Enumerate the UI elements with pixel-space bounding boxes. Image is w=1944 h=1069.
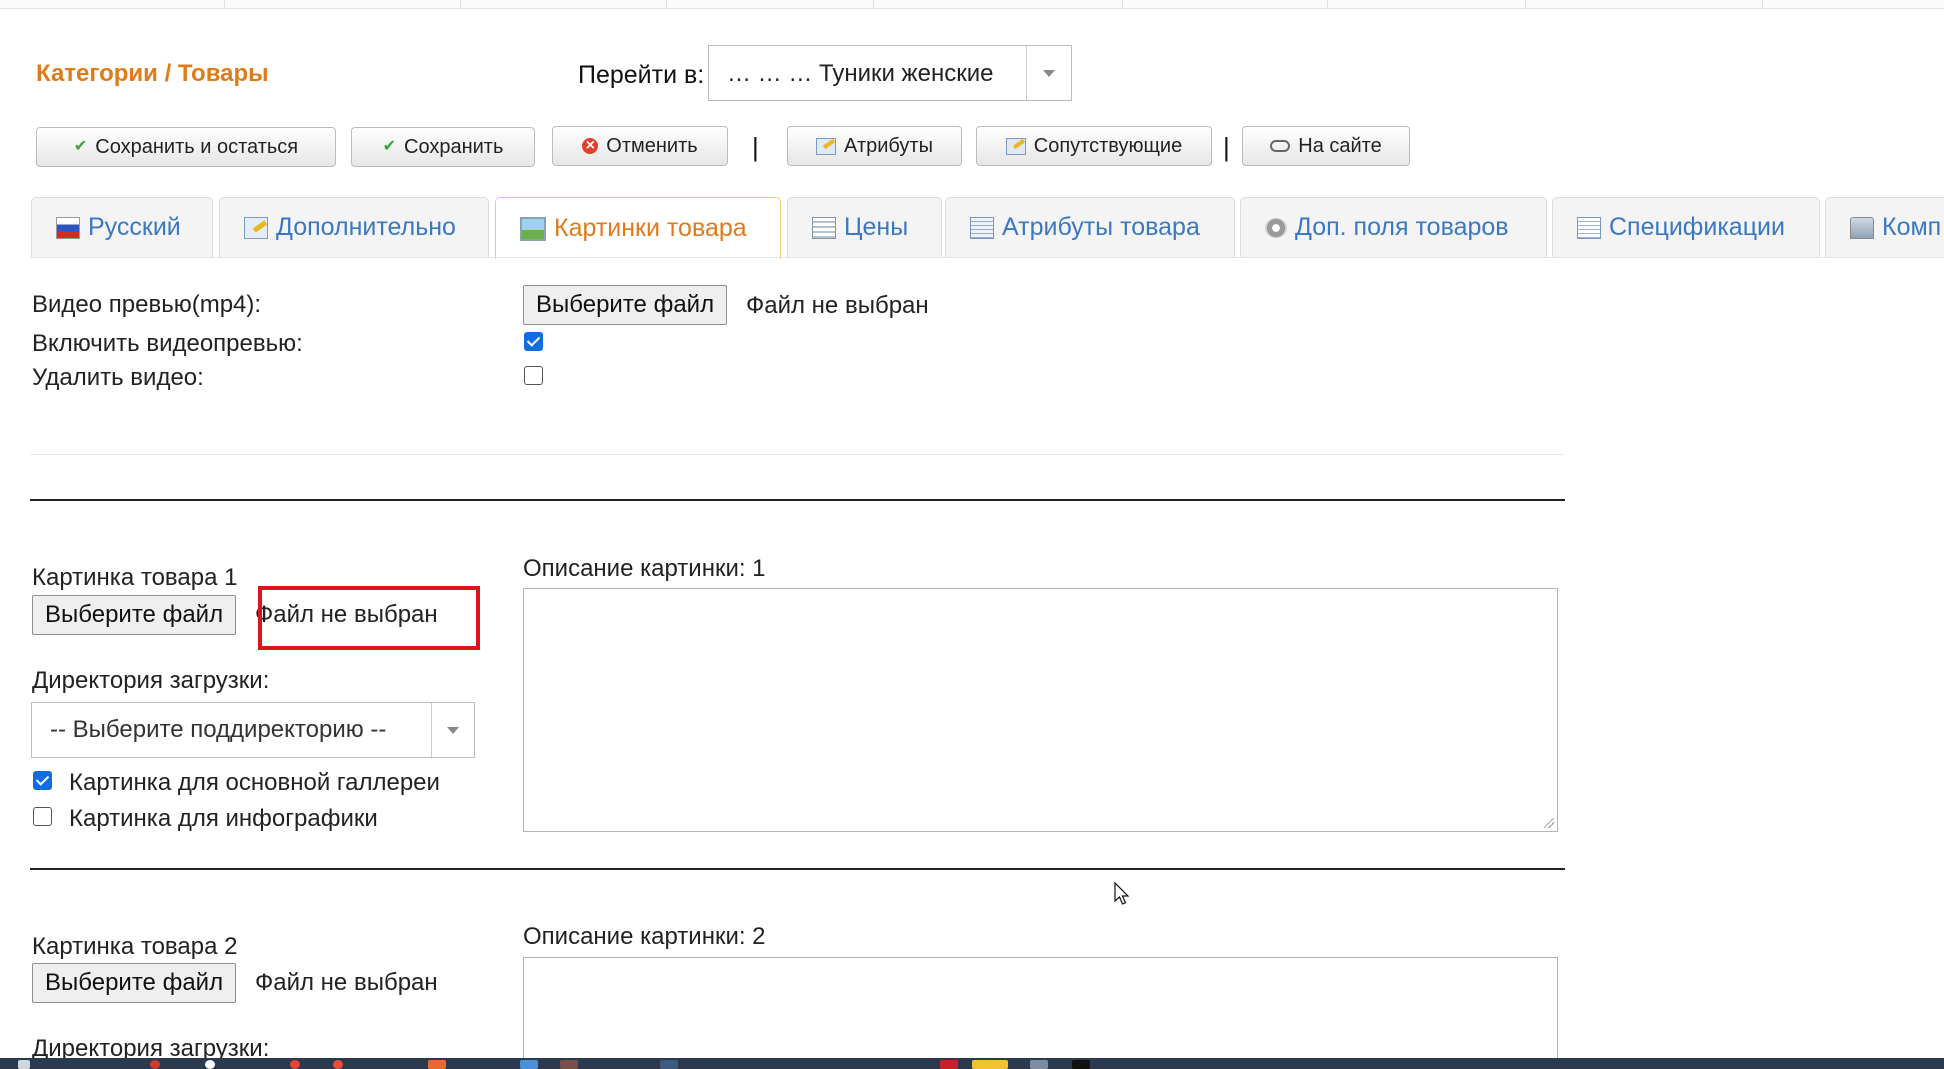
tab-components[interactable]: Комп bbox=[1825, 197, 1944, 257]
gear-icon bbox=[1265, 217, 1287, 238]
attributes-label: Атрибуты bbox=[844, 134, 933, 157]
tab-label: Дополнительно bbox=[276, 213, 456, 241]
image-1-infographic-label: Картинка для инфографики bbox=[69, 805, 378, 832]
delete-video-label: Удалить видео: bbox=[32, 364, 204, 391]
goto-label: Перейти в: bbox=[578, 61, 705, 89]
image-1-description-textarea[interactable] bbox=[523, 588, 1558, 832]
save-and-stay-button[interactable]: ✔ Сохранить и остаться bbox=[36, 127, 336, 167]
section-divider bbox=[30, 499, 1565, 501]
tab-product-attributes[interactable]: Атрибуты товара bbox=[945, 197, 1235, 257]
video-file-status: Файл не выбран bbox=[746, 292, 929, 319]
edit-icon bbox=[1005, 137, 1026, 155]
spec-list-icon bbox=[1577, 216, 1601, 239]
chevron-down-icon bbox=[447, 727, 459, 734]
save-button[interactable]: ✔ Сохранить bbox=[351, 127, 535, 167]
enable-video-preview-checkbox[interactable] bbox=[524, 332, 543, 351]
video-preview-label: Видео превью(mp4): bbox=[32, 291, 262, 318]
tab-product-images[interactable]: Картинки товара bbox=[495, 197, 781, 259]
goto-select-arrow[interactable] bbox=[1026, 46, 1071, 100]
image-2-description-label: Описание картинки: 2 bbox=[523, 923, 766, 950]
image-icon bbox=[520, 216, 546, 241]
tab-label: Картинки товара bbox=[554, 214, 747, 242]
related-button[interactable]: Сопутствующие bbox=[976, 126, 1212, 166]
image-2-title: Картинка товара 2 bbox=[32, 933, 238, 960]
cancel-icon: × bbox=[582, 138, 599, 154]
tab-extra-fields[interactable]: Доп. поля товаров bbox=[1240, 197, 1547, 257]
image-1-gallery-checkbox[interactable] bbox=[33, 771, 52, 790]
link-icon bbox=[1270, 140, 1291, 152]
cancel-button[interactable]: × Отменить bbox=[552, 126, 728, 166]
video-choose-file-button[interactable]: Выберите файл bbox=[523, 285, 728, 325]
check-icon: ✔ bbox=[73, 138, 88, 155]
on-site-button[interactable]: На сайте bbox=[1242, 126, 1410, 166]
tab-label: Цены bbox=[844, 213, 909, 241]
dir-select-value: -- Выберите поддиректорию -- bbox=[50, 716, 387, 743]
image-2-choose-file-button[interactable]: Выберите файл bbox=[32, 963, 237, 1003]
edit-icon bbox=[816, 137, 837, 155]
goto-select[interactable]: … … … Туники женские bbox=[708, 45, 1072, 101]
related-label: Сопутствующие bbox=[1033, 134, 1183, 157]
image-1-infographic-checkbox[interactable] bbox=[33, 807, 52, 826]
tab-specifications[interactable]: Спецификации bbox=[1552, 197, 1820, 257]
toolbar-separator: | bbox=[752, 132, 759, 162]
tab-additional[interactable]: Дополнительно bbox=[219, 197, 489, 257]
goto-select-value: … … … Туники женские bbox=[727, 60, 994, 87]
save-and-stay-label: Сохранить и остаться bbox=[95, 135, 299, 158]
highlight-box bbox=[258, 586, 480, 650]
dir-select-arrow[interactable] bbox=[431, 703, 474, 757]
chevron-down-icon bbox=[1043, 70, 1055, 77]
top-strip bbox=[0, 0, 1944, 9]
taskbar bbox=[0, 1058, 1944, 1069]
mouse-cursor-icon bbox=[1114, 882, 1130, 905]
flag-ru-icon bbox=[56, 216, 80, 239]
image-1-description-label: Описание картинки: 1 bbox=[523, 555, 766, 582]
check-icon: ✔ bbox=[382, 138, 396, 155]
tab-baseline bbox=[30, 257, 1944, 258]
tab-prices[interactable]: Цены bbox=[787, 197, 942, 257]
save-label: Сохранить bbox=[404, 135, 504, 158]
cancel-label: Отменить bbox=[606, 134, 698, 157]
edit-note-icon bbox=[244, 216, 268, 239]
image-1-choose-file-button[interactable]: Выберите файл bbox=[32, 595, 237, 635]
table-icon bbox=[970, 216, 994, 239]
on-site-label: На сайте bbox=[1298, 134, 1382, 157]
attributes-button[interactable]: Атрибуты bbox=[787, 126, 962, 166]
toolbar-separator: | bbox=[1223, 132, 1230, 162]
delete-video-checkbox[interactable] bbox=[524, 366, 543, 385]
tab-label: Русский bbox=[88, 213, 181, 241]
calculator-icon bbox=[812, 216, 836, 239]
section-divider bbox=[30, 868, 1565, 870]
tab-russian[interactable]: Русский bbox=[31, 197, 213, 257]
image-1-dir-select[interactable]: -- Выберите поддиректорию -- bbox=[31, 702, 475, 758]
image-2-file-status: Файл не выбран bbox=[255, 969, 438, 996]
resize-handle-icon[interactable] bbox=[1544, 818, 1554, 828]
image-1-dir-label: Директория загрузки: bbox=[32, 667, 270, 694]
image-2-description-textarea[interactable] bbox=[523, 957, 1558, 1067]
tab-label: Спецификации bbox=[1609, 213, 1785, 241]
enable-video-preview-label: Включить видеопревью: bbox=[32, 330, 303, 357]
tab-label: Атрибуты товара bbox=[1002, 213, 1200, 241]
tab-label: Комп bbox=[1882, 213, 1942, 241]
breadcrumb[interactable]: Категории / Товары bbox=[36, 60, 269, 88]
tab-label: Доп. поля товаров bbox=[1295, 213, 1509, 241]
image-1-title: Картинка товара 1 bbox=[32, 564, 238, 591]
divider bbox=[30, 454, 1565, 455]
image-1-gallery-label: Картинка для основной галлереи bbox=[69, 769, 440, 796]
components-icon bbox=[1850, 216, 1874, 239]
